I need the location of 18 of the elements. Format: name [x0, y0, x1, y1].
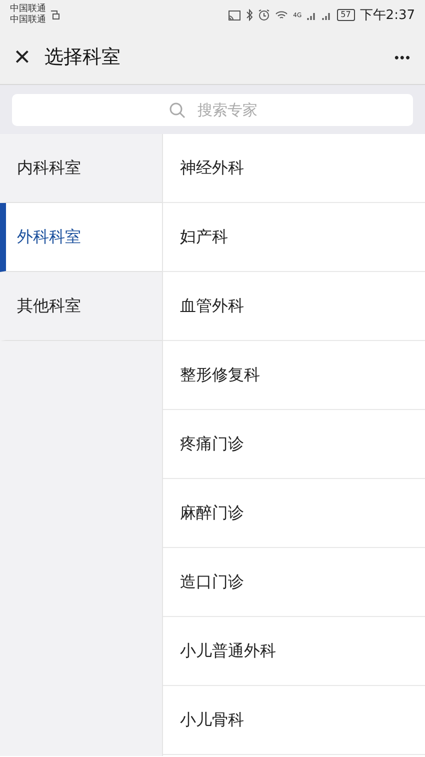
department-item[interactable]: 血管外科: [163, 272, 425, 341]
department-item[interactable]: 神经外科: [163, 134, 425, 203]
carrier-name: 中国联通: [10, 4, 46, 14]
category-tab[interactable]: 外科科室: [0, 203, 162, 272]
close-button[interactable]: ×: [14, 43, 30, 71]
carrier-name: 中国联通: [10, 15, 46, 26]
department-item[interactable]: 小儿普通外科: [163, 617, 425, 686]
department-item[interactable]: 麻醉门诊: [163, 479, 425, 548]
department-item[interactable]: 疼痛门诊: [163, 410, 425, 479]
more-button[interactable]: •••: [394, 50, 411, 64]
page-title: 选择科室: [44, 45, 120, 70]
department-item[interactable]: 整形修复科: [163, 341, 425, 410]
department-item[interactable]: 造口门诊: [163, 548, 425, 617]
department-item[interactable]: 小儿骨科: [163, 686, 425, 755]
search-field[interactable]: 搜索专家: [12, 94, 413, 126]
battery-icon: 57: [336, 9, 355, 21]
clock-time: 下午2:37: [360, 7, 415, 24]
department-item[interactable]: 妇产科: [163, 203, 425, 272]
